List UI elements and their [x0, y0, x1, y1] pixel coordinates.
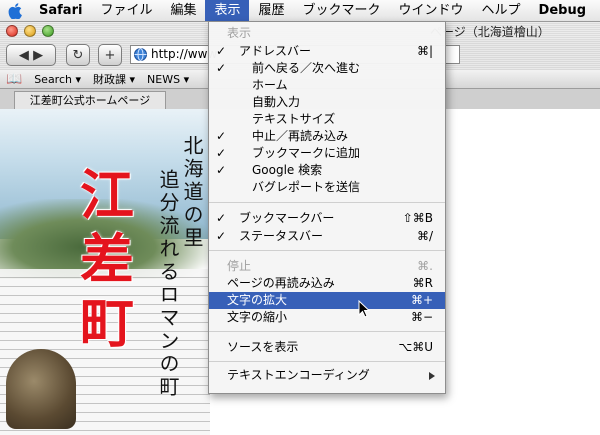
apple-menu[interactable] — [0, 0, 30, 21]
menu-item-text-size[interactable]: テキストサイズ — [209, 111, 445, 128]
menu-item-home[interactable]: ホーム — [209, 77, 445, 94]
reload-icon: ↻ — [72, 47, 84, 63]
menu-separator — [209, 361, 445, 362]
menu-help[interactable]: ヘルプ — [473, 0, 530, 21]
add-bookmark-button[interactable]: + — [98, 44, 122, 66]
menu-item-stop-reload[interactable]: ✓ 中止／再読み込み — [209, 128, 445, 145]
menu-item-bug-report[interactable]: バグレポートを送信 — [209, 179, 445, 196]
menu-safari[interactable]: Safari — [30, 0, 91, 21]
menu-header: 表示 — [227, 26, 252, 40]
book-icon[interactable]: 📖 — [0, 72, 28, 87]
bookmark-news[interactable]: NEWS ▾ — [141, 73, 195, 86]
tagline-col2: 追分流れるロマンの町 — [156, 169, 180, 399]
menu-item-reload-page[interactable]: ページの再読み込み ⌘R — [209, 275, 445, 292]
menu-item-address-bar[interactable]: ✓ アドレスバー ⌘| — [209, 43, 445, 60]
check-icon: ✓ — [216, 146, 227, 160]
menu-edit[interactable]: 編集 — [161, 0, 205, 21]
reload-button[interactable]: ↻ — [66, 44, 90, 66]
check-icon: ✓ — [216, 211, 227, 225]
check-icon: ✓ — [216, 44, 227, 58]
check-icon: ✓ — [216, 163, 227, 177]
zoom-button[interactable] — [42, 25, 54, 37]
menu-file[interactable]: ファイル — [91, 0, 161, 21]
menu-view[interactable]: 表示 — [205, 0, 250, 21]
menu-separator — [209, 202, 445, 203]
back-arrow-icon: ◀ — [18, 47, 29, 63]
menu-bar: Safari ファイル 編集 表示 履歴 ブックマーク ウインドウ ヘルプ De… — [0, 0, 600, 22]
menu-history[interactable]: 履歴 — [249, 0, 293, 21]
menu-item-back-forward[interactable]: ✓ 前へ戻る／次へ進む — [209, 60, 445, 77]
menu-item-add-bookmark[interactable]: ✓ ブックマークに追加 — [209, 145, 445, 162]
menu-debug[interactable]: Debug — [530, 0, 595, 21]
forward-arrow-icon: ▶ — [33, 47, 44, 63]
view-menu-dropdown: 表示 ✓ アドレスバー ⌘| ✓ 前へ戻る／次へ進む ホーム 自動入力 テキスト… — [208, 21, 446, 394]
minimize-button[interactable] — [24, 25, 36, 37]
check-icon: ✓ — [216, 61, 227, 75]
bookmark-search[interactable]: Search ▾ — [28, 73, 87, 86]
menu-item-stop: 停止 ⌘. — [227, 259, 433, 273]
mouse-pointer-icon — [358, 300, 370, 318]
plus-icon: + — [104, 47, 116, 63]
menu-separator — [209, 250, 445, 251]
rock-statue-image — [6, 349, 76, 429]
close-button[interactable] — [6, 25, 18, 37]
menu-item-autofill[interactable]: 自動入力 — [209, 94, 445, 111]
menu-item-make-text-bigger[interactable]: 文字の拡大 ⌘+ — [209, 292, 445, 309]
check-icon: ✓ — [216, 229, 227, 243]
menu-item-view-source[interactable]: ソースを表示 ⌥⌘U — [209, 339, 445, 356]
menu-item-text-encoding[interactable]: テキストエンコーディング — [209, 367, 445, 384]
town-name: 江差町 — [80, 164, 134, 355]
menu-item-make-text-smaller[interactable]: 文字の縮小 ⌘− — [209, 309, 445, 326]
bookmark-zaisei[interactable]: 財政課 ▾ — [87, 71, 141, 87]
tab-esashi[interactable]: 江差町公式ホームページ — [14, 91, 166, 109]
window-title: ページ（北海道檜山） — [430, 25, 550, 39]
back-forward-button[interactable]: ◀ ▶ — [6, 44, 56, 66]
apple-icon — [8, 2, 22, 19]
submenu-arrow-icon — [429, 372, 435, 380]
menu-window[interactable]: ウインドウ — [390, 0, 473, 21]
menu-item-google-search[interactable]: ✓ Google 検索 — [209, 162, 445, 179]
menu-item-bookmarks-bar[interactable]: ✓ ブックマークバー ⇧⌘B — [209, 210, 445, 227]
menu-item-status-bar[interactable]: ✓ ステータスバー ⌘/ — [209, 228, 445, 245]
globe-icon — [134, 48, 147, 61]
menu-separator — [209, 331, 445, 332]
check-icon: ✓ — [216, 129, 227, 143]
menu-bookmarks[interactable]: ブックマーク — [294, 0, 390, 21]
